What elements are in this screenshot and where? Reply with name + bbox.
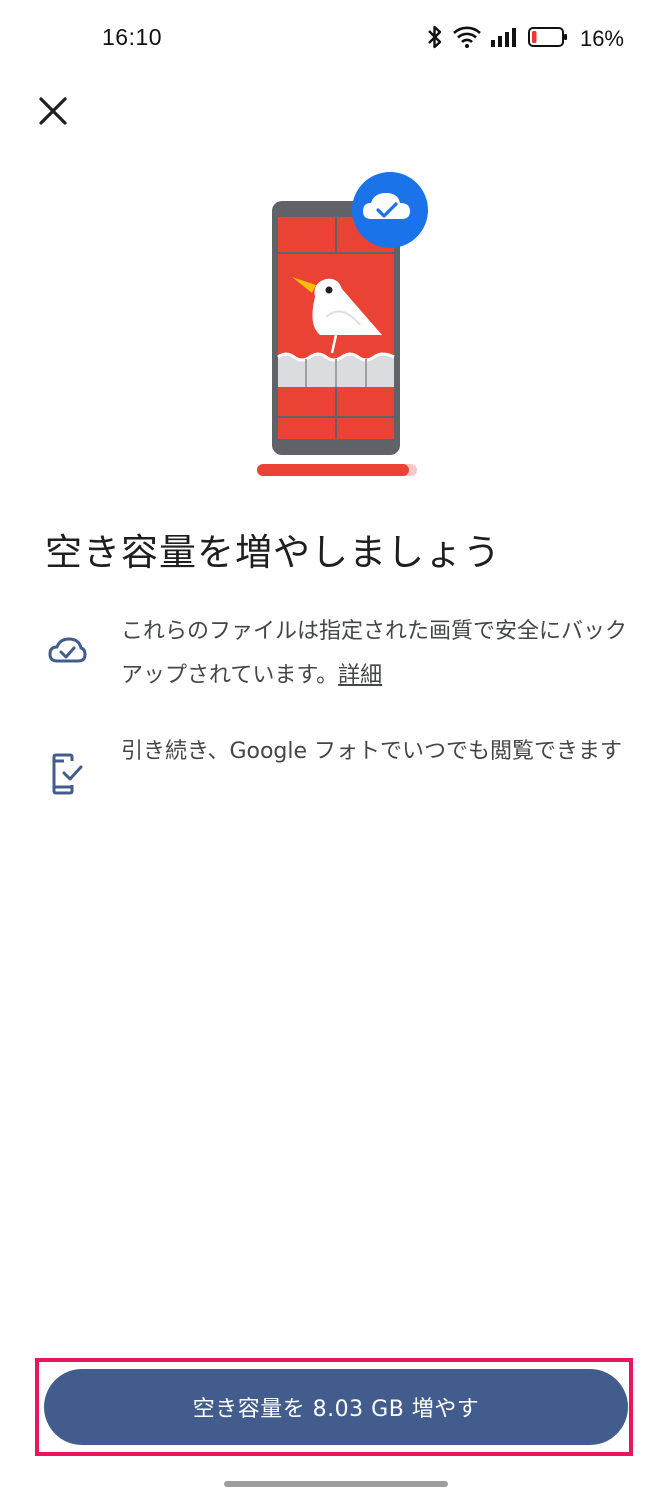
page-title: 空き容量を増やしましょう xyxy=(45,531,501,574)
phone-check-icon xyxy=(45,752,89,796)
home-indicator[interactable] xyxy=(224,1481,448,1487)
close-icon xyxy=(38,96,68,130)
battery-icon xyxy=(527,26,568,52)
phone-backup-illustration xyxy=(257,172,428,476)
info-text-backup: これらのファイルは指定された画質で安全にバックアップされています。詳細 xyxy=(121,610,631,698)
status-time: 16:10 xyxy=(102,24,163,50)
info-item-view: 引き続き、Google フォトでいつでも閲覧できます xyxy=(45,730,630,820)
battery-percent: 16% xyxy=(579,26,624,51)
bluetooth-icon xyxy=(426,24,444,54)
signal-icon xyxy=(490,26,520,52)
info-item-backup: これらのファイルは指定された画質で安全にバックアップされています。詳細 xyxy=(45,610,630,700)
info-text-view: 引き続き、Google フォトでいつでも閲覧できます xyxy=(121,739,623,764)
details-link[interactable]: 詳細 xyxy=(338,663,382,688)
hero-illustration xyxy=(250,165,435,485)
close-button[interactable] xyxy=(30,90,76,136)
wifi-icon xyxy=(452,25,482,53)
status-bar: 16:10 16% xyxy=(0,0,672,80)
free-up-space-button[interactable]: 空き容量を 8.03 GB 増やす xyxy=(44,1369,628,1445)
status-icons: 16% xyxy=(426,24,624,54)
cloud-check-icon xyxy=(45,628,89,672)
